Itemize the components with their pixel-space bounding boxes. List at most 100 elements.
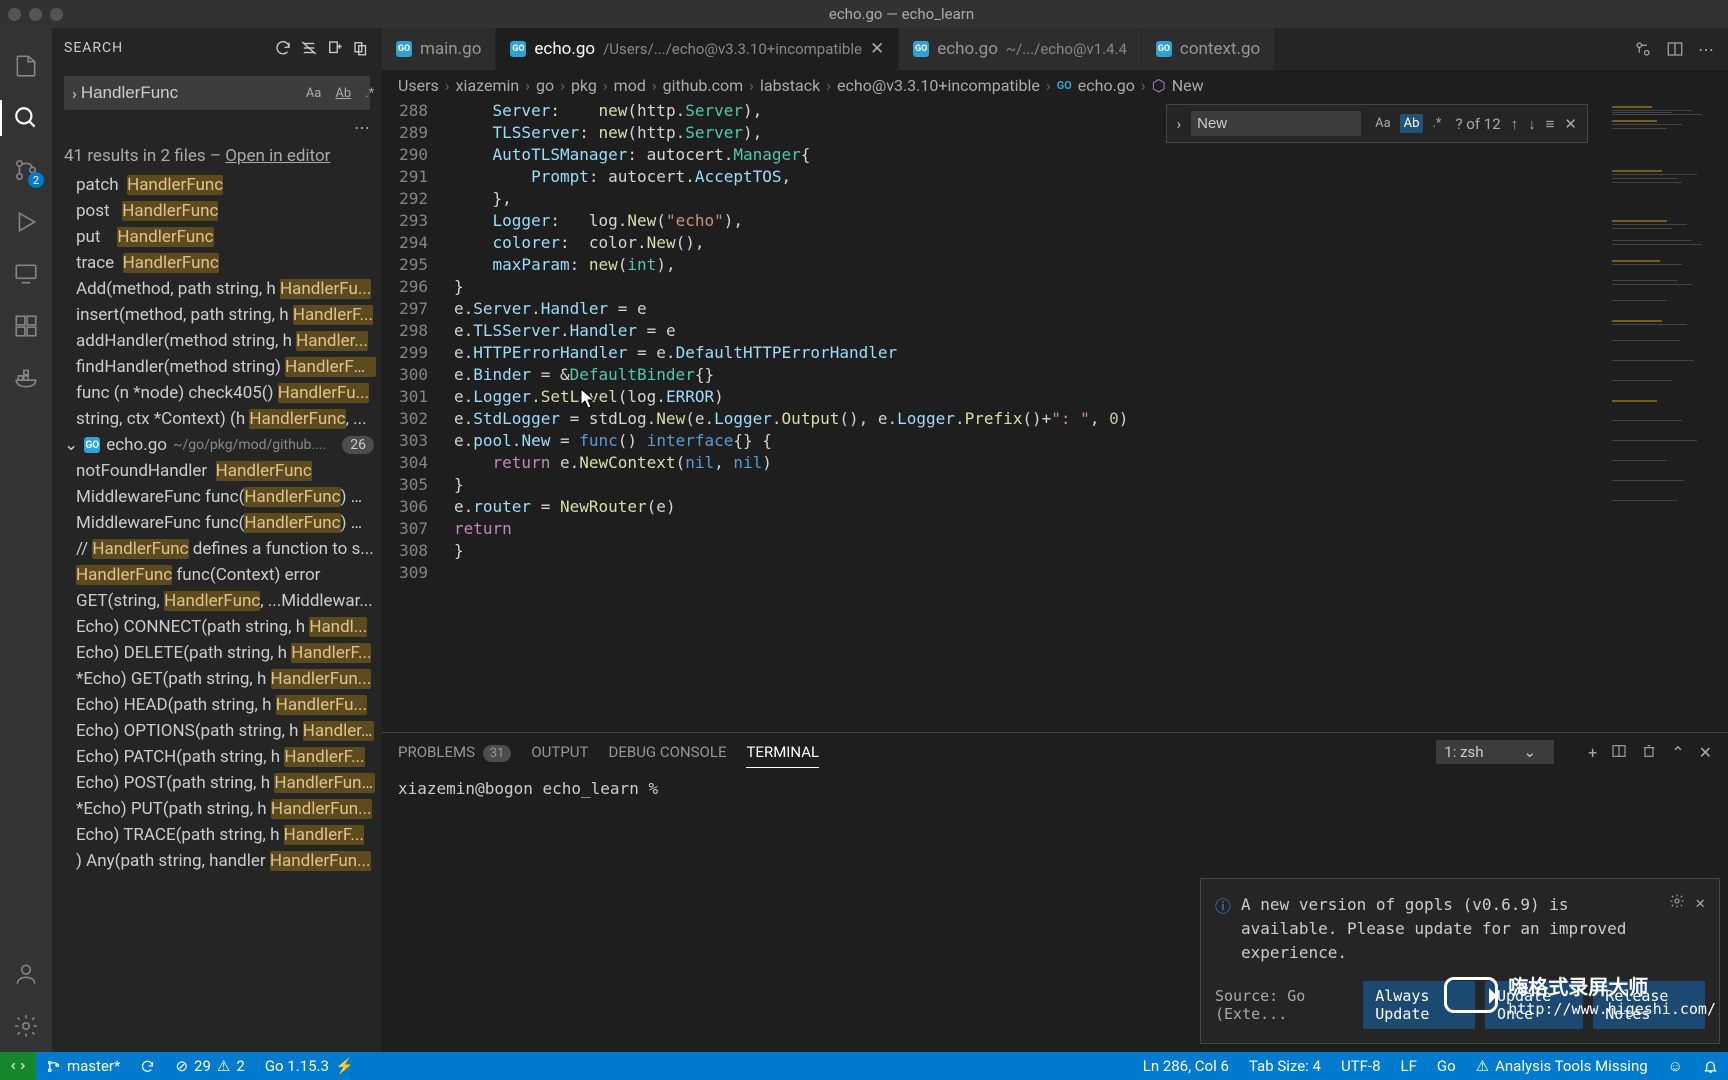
breadcrumb-item[interactable]: echo@v3.3.10+incompatible	[837, 76, 1040, 95]
code-content[interactable]: Server: new(http.Server), TLSServer: new…	[446, 100, 1608, 732]
search-result[interactable]: *Echo) GET(path string, h HandlerFun...	[64, 666, 382, 692]
breadcrumb-item[interactable]: echo.go	[1078, 76, 1135, 95]
breadcrumb[interactable]: Users› xiazemin› go› pkg› mod› github.co…	[382, 70, 1728, 100]
run-tab[interactable]	[0, 196, 52, 248]
breadcrumb-item[interactable]: mod	[614, 76, 646, 95]
search-result[interactable]: // HandlerFunc defines a function to s..…	[64, 536, 382, 562]
bell-icon[interactable]	[1693, 1059, 1728, 1074]
search-result[interactable]: trace HandlerFunc	[64, 250, 382, 276]
search-input[interactable]	[81, 83, 302, 103]
search-result[interactable]: post HandlerFunc	[64, 198, 382, 224]
match-case-icon[interactable]: Aa	[302, 84, 326, 103]
cursor-position[interactable]: Ln 286, Col 6	[1133, 1057, 1239, 1075]
breadcrumb-item[interactable]: xiazemin	[456, 76, 520, 95]
breadcrumb-item[interactable]: pkg	[571, 76, 597, 95]
search-result[interactable]: Echo) OPTIONS(path string, h Handler...	[64, 718, 382, 744]
result-file-header[interactable]: ⌄ GO echo.go ~/go/pkg/mod/github.... 26	[64, 432, 382, 458]
prev-match-icon[interactable]: ↑	[1511, 115, 1519, 133]
compare-icon[interactable]	[1634, 40, 1652, 58]
encoding-status[interactable]: UTF-8	[1331, 1057, 1391, 1075]
search-result[interactable]: string, ctx *Context) (h HandlerFunc, ..…	[64, 406, 382, 432]
language-status[interactable]: Go	[1427, 1057, 1466, 1075]
tab-context-go[interactable]: GO context.go	[1142, 28, 1275, 70]
remote-button[interactable]	[0, 1052, 36, 1080]
collapse-icon[interactable]	[352, 39, 370, 57]
search-result[interactable]: HandlerFunc func(Context) error	[64, 562, 382, 588]
split-icon[interactable]	[1666, 40, 1684, 58]
feedback-icon[interactable]: ☺	[1658, 1057, 1693, 1075]
breadcrumb-item[interactable]: github.com	[663, 76, 743, 95]
whole-word-icon[interactable]: Ab	[331, 84, 355, 103]
close-icon[interactable]: ✕	[870, 39, 884, 59]
close-panel-icon[interactable]: ✕	[1699, 743, 1712, 762]
terminal-selector[interactable]: 1: zsh ⌄	[1436, 740, 1554, 764]
refresh-icon[interactable]	[274, 39, 292, 57]
problems-tab[interactable]: PROBLEMS 31	[398, 737, 511, 767]
results-list[interactable]: patch HandlerFunc post HandlerFunc put H…	[52, 172, 382, 1052]
search-result[interactable]: MiddlewareFunc func(HandlerFunc) H...	[64, 510, 382, 536]
search-result[interactable]: insert(method, path string, h HandlerF..…	[64, 302, 382, 328]
tab-main-go[interactable]: GO main.go	[382, 28, 496, 70]
chevron-right-icon[interactable]: ›	[72, 84, 77, 103]
search-result[interactable]: ) Any(path string, handler HandlerFun...	[64, 848, 382, 874]
analysis-status[interactable]: ⚠Analysis Tools Missing	[1466, 1057, 1658, 1075]
find-input[interactable]	[1191, 111, 1361, 136]
minimap[interactable]	[1608, 100, 1728, 732]
match-case-icon[interactable]: Aa	[1371, 114, 1395, 133]
open-in-editor-link[interactable]: Open in editor	[225, 146, 330, 166]
search-result[interactable]: put HandlerFunc	[64, 224, 382, 250]
breadcrumb-item[interactable]: labstack	[760, 76, 820, 95]
tab-echo-go-active[interactable]: GO echo.go /Users/.../echo@v3.3.10+incom…	[496, 28, 899, 70]
maximize-panel-icon[interactable]: ⌃	[1671, 743, 1684, 762]
search-result[interactable]: notFoundHandler HandlerFunc	[64, 458, 382, 484]
editor-body[interactable]: › Aa Ab .* ? of 12 ↑ ↓ ≡ ✕ 288 289 290 2…	[382, 100, 1728, 732]
extensions-tab[interactable]	[0, 300, 52, 352]
breadcrumb-item[interactable]: Users	[398, 76, 439, 95]
kill-terminal-icon[interactable]	[1641, 743, 1657, 762]
tab-echo-go-v144[interactable]: GO echo.go ~/.../echo@v1.4.4	[899, 28, 1142, 70]
split-terminal-icon[interactable]	[1611, 743, 1627, 762]
terminal-body[interactable]: xiazemin@bogon echo_learn % ⓘ A new vers…	[382, 771, 1728, 1052]
search-result[interactable]: func (n *node) check405() HandlerFu...	[64, 380, 382, 406]
search-result[interactable]: *Echo) PUT(path string, h HandlerFun...	[64, 796, 382, 822]
close-window[interactable]	[8, 8, 21, 21]
maximize-window[interactable]	[50, 8, 63, 21]
search-result[interactable]: MiddlewareFunc func(HandlerFunc) H...	[64, 484, 382, 510]
go-version[interactable]: Go 1.15.3 ⚡	[255, 1057, 364, 1075]
scm-tab[interactable]: 2	[0, 144, 52, 196]
chevron-down-icon[interactable]: ⌄	[64, 435, 78, 455]
search-result[interactable]: Echo) POST(path string, h HandlerFun...	[64, 770, 382, 796]
chevron-right-icon[interactable]: ›	[1177, 115, 1182, 133]
search-result[interactable]: Echo) CONNECT(path string, h Handl...	[64, 614, 382, 640]
close-icon[interactable]: ✕	[1695, 893, 1705, 912]
search-result[interactable]: Echo) TRACE(path string, h HandlerF...	[64, 822, 382, 848]
git-branch[interactable]: master*	[36, 1057, 130, 1075]
search-result[interactable]: Echo) PATCH(path string, h HandlerF...	[64, 744, 382, 770]
regex-icon[interactable]: .*	[361, 84, 378, 103]
breadcrumb-item[interactable]: go	[536, 76, 554, 95]
more-icon[interactable]: ⋯	[1698, 40, 1714, 59]
docker-tab[interactable]	[0, 352, 52, 404]
terminal-tab[interactable]: TERMINAL	[746, 737, 819, 768]
close-icon[interactable]: ✕	[1564, 115, 1577, 133]
new-terminal-icon[interactable]: +	[1588, 743, 1597, 762]
minimize-window[interactable]	[29, 8, 42, 21]
toggle-details-icon[interactable]: ⋯	[52, 118, 382, 140]
search-result[interactable]: findHandler(method string) HandlerFu...	[64, 354, 382, 380]
settings-icon[interactable]	[0, 1000, 52, 1052]
clear-icon[interactable]	[300, 39, 318, 57]
remote-tab[interactable]	[0, 248, 52, 300]
account-icon[interactable]	[0, 948, 52, 1000]
search-result[interactable]: Add(method, path string, h HandlerFu...	[64, 276, 382, 302]
whole-word-icon[interactable]: Ab	[1400, 114, 1424, 133]
sync-button[interactable]	[130, 1059, 165, 1074]
indent-status[interactable]: Tab Size: 4	[1239, 1057, 1331, 1075]
eol-status[interactable]: LF	[1391, 1057, 1427, 1075]
output-tab[interactable]: OUTPUT	[531, 737, 588, 767]
explorer-tab[interactable]	[0, 40, 52, 92]
problems-status[interactable]: ⊘29 2	[165, 1057, 254, 1075]
search-tab[interactable]	[0, 92, 52, 144]
search-result[interactable]: GET(string, HandlerFunc, ...Middlewar...	[64, 588, 382, 614]
debug-console-tab[interactable]: DEBUG CONSOLE	[608, 737, 726, 767]
search-result[interactable]: Echo) HEAD(path string, h HandlerFu...	[64, 692, 382, 718]
